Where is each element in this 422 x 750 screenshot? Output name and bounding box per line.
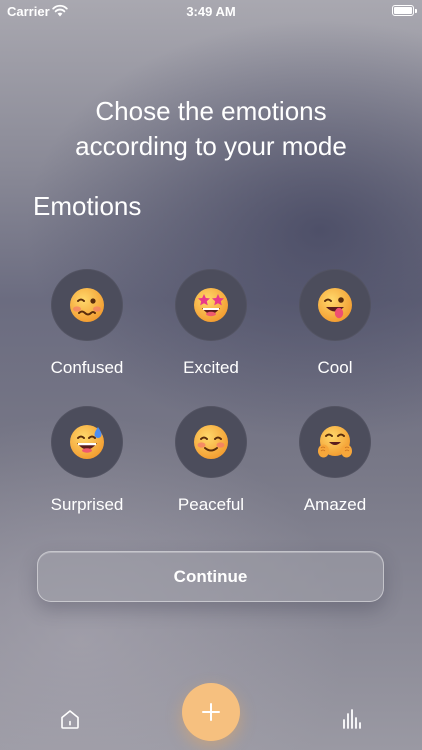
- smiling-face-icon: [194, 425, 228, 459]
- emotion-label: Peaceful: [177, 495, 245, 514]
- winking-tongue-face-icon: [318, 288, 352, 322]
- battery-icon: [392, 5, 417, 16]
- emotion-button[interactable]: [175, 269, 247, 341]
- emotion-amazed[interactable]: Amazed: [273, 406, 397, 526]
- emotion-confused[interactable]: Confused: [25, 269, 149, 389]
- emotion-peaceful[interactable]: Peaceful: [149, 406, 273, 526]
- emotion-label: Confused: [50, 358, 124, 377]
- bar-chart-icon[interactable]: [340, 708, 362, 730]
- headline-line-1: Chose the emotions: [95, 96, 327, 126]
- star-struck-face-icon: [194, 288, 228, 322]
- status-time: 3:49 AM: [186, 4, 236, 19]
- continue-button[interactable]: Continue: [37, 551, 384, 602]
- emotion-button[interactable]: [299, 406, 371, 478]
- page-headline: Chose the emotions according to your mod…: [0, 94, 422, 164]
- grinning-sweat-face-icon: [70, 425, 104, 459]
- emotion-button[interactable]: [175, 406, 247, 478]
- woozy-face-icon: [70, 288, 104, 322]
- home-icon[interactable]: [59, 708, 81, 730]
- emotion-button[interactable]: [299, 269, 371, 341]
- status-bar: Carrier 3:49 AM: [0, 0, 422, 22]
- emotion-label: Amazed: [303, 495, 367, 514]
- add-button[interactable]: [182, 683, 240, 741]
- emotion-button[interactable]: [51, 269, 123, 341]
- emotion-cool[interactable]: Cool: [273, 269, 397, 389]
- plus-icon: [202, 703, 220, 721]
- headline-line-2: according to your mode: [75, 131, 347, 161]
- emotion-label: Excited: [183, 358, 239, 377]
- emotion-surprised[interactable]: Surprised: [25, 406, 149, 526]
- emotion-label: Surprised: [50, 495, 124, 514]
- section-title: Emotions: [33, 191, 142, 221]
- emotion-button[interactable]: [51, 406, 123, 478]
- hugging-face-icon: [318, 426, 352, 458]
- emotion-label: Cool: [317, 358, 353, 377]
- emotion-excited[interactable]: Excited: [149, 269, 273, 389]
